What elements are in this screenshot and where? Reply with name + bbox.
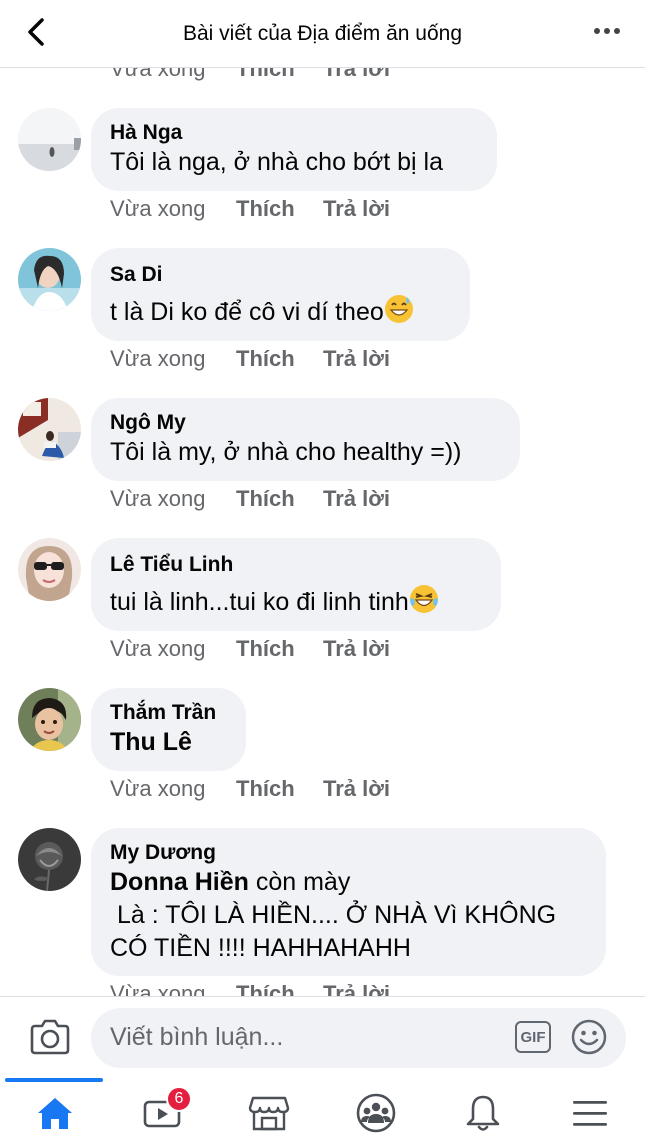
- notifications-icon: [466, 1095, 500, 1131]
- avatar[interactable]: [18, 398, 81, 461]
- comment-text: còn mày: [248, 868, 351, 896]
- reply-button[interactable]: Trả lời: [323, 486, 390, 512]
- home-icon: [38, 1097, 72, 1129]
- tab-home[interactable]: [5, 1078, 105, 1147]
- reply-button[interactable]: Trả lời: [323, 981, 390, 996]
- like-button[interactable]: Thích: [236, 776, 323, 802]
- like-button[interactable]: Thích: [236, 636, 323, 662]
- reply-button[interactable]: Trả lời: [323, 636, 390, 662]
- marketplace-icon: [248, 1096, 290, 1130]
- mention-tag[interactable]: Donna Hiền: [110, 868, 249, 896]
- like-button[interactable]: Thích: [236, 68, 323, 82]
- comment-bubble: Lê Tiểu Linh tui là linh...tui ko đi lin…: [91, 538, 501, 631]
- commenter-name[interactable]: Sa Di: [110, 262, 451, 288]
- comment-actions: Vừa xong Thích Trả lời: [110, 486, 390, 512]
- top-header: Bài viết của Địa điểm ăn uống: [0, 0, 645, 68]
- comment-bubble: Hà Nga Tôi là nga, ở nhà cho bớt bị la: [91, 108, 497, 191]
- comment-text-line: CÓ TIỀN !!!! HAHHAHAHH: [110, 934, 411, 962]
- menu-icon: [573, 1100, 607, 1126]
- comment-text: Tôi là nga, ở nhà cho bớt bị la: [110, 148, 443, 176]
- avatar[interactable]: [18, 108, 81, 171]
- more-options-icon[interactable]: [593, 20, 621, 42]
- avatar[interactable]: [18, 538, 81, 601]
- comment-text: Tôi là my, ở nhà cho healthy =)): [110, 438, 462, 466]
- comment-placeholder: Viết bình luận...: [110, 1023, 284, 1051]
- commenter-name[interactable]: Hà Nga: [110, 120, 478, 146]
- like-button[interactable]: Thích: [236, 346, 323, 372]
- comment-time: Vừa xong: [110, 776, 206, 801]
- tab-marketplace[interactable]: [219, 1078, 319, 1147]
- reply-button[interactable]: Trả lời: [323, 776, 390, 802]
- comment-text: t là Di ko để cô vi dí theo: [110, 298, 384, 326]
- comment-text: tui là linh...tui ko đi linh tinh: [110, 588, 409, 616]
- like-button[interactable]: Thích: [236, 196, 323, 222]
- comment-bubble: My Dương Donna Hiền còn mày Là : TÔI LÀ …: [91, 828, 606, 976]
- back-arrow-icon[interactable]: [22, 16, 52, 48]
- comment-text-row: t là Di ko để cô vi dí theo: [110, 294, 451, 329]
- like-button[interactable]: Thích: [236, 486, 323, 512]
- like-button[interactable]: Thích: [236, 981, 323, 996]
- gif-button[interactable]: GIF: [515, 1021, 551, 1053]
- comment-time: Vừa xong: [110, 486, 206, 511]
- comment-actions: Vừa xong Thích Trả lời: [110, 636, 390, 662]
- comment-text-line: Là : TÔI LÀ HIỀN.... Ở NHÀ Vì KHÔNG: [110, 901, 557, 929]
- comment-actions: Vừa xong Thích Trả lời: [110, 346, 390, 372]
- comment-actions: Vừa xong Thích Trả lời: [110, 981, 390, 996]
- bottom-tab-bar: 6: [0, 1078, 645, 1147]
- avatar[interactable]: [18, 688, 81, 751]
- comment-text-row: tui là linh...tui ko đi linh tinh: [110, 584, 482, 619]
- comment-actions: Vừa xong Thích Trả lời: [110, 776, 390, 802]
- tab-groups[interactable]: [326, 1078, 426, 1147]
- commenter-name[interactable]: Lê Tiểu Linh: [110, 552, 482, 578]
- tab-menu[interactable]: [540, 1078, 640, 1147]
- comment-actions: Vừa xong Thích Trả lời: [110, 196, 390, 222]
- comment-text-row: Thu Lê: [110, 726, 227, 759]
- comment-list[interactable]: Vừa xong Thích Trả lời Hà Nga Tôi là nga…: [0, 68, 645, 996]
- comment-text-row: Donna Hiền còn mày: [110, 866, 587, 899]
- commenter-name[interactable]: My Dương: [110, 840, 587, 866]
- reply-button[interactable]: Trả lời: [323, 346, 390, 372]
- reply-button[interactable]: Trả lời: [323, 196, 390, 222]
- tears-of-joy-emoji: [409, 585, 438, 613]
- comment-time: Vừa xong: [110, 636, 206, 661]
- page-title: Bài viết của Địa điểm ăn uống: [183, 21, 462, 45]
- watch-notification-badge: 6: [166, 1086, 192, 1112]
- comment-bubble: Thắm Trần Thu Lê: [91, 688, 246, 771]
- groups-icon: [356, 1093, 396, 1132]
- comment-bubble: Ngô My Tôi là my, ở nhà cho healthy =)): [91, 398, 520, 481]
- partial-comment-actions: Vừa xong Thích Trả lời: [110, 68, 390, 82]
- commenter-name[interactable]: Thắm Trần: [110, 700, 227, 726]
- avatar[interactable]: [18, 248, 81, 311]
- tab-watch[interactable]: [112, 1078, 212, 1147]
- comment-input[interactable]: Viết bình luận... GIF: [91, 1008, 626, 1068]
- comment-time: Vừa xong: [110, 981, 206, 996]
- tab-notifications[interactable]: [433, 1078, 533, 1147]
- comment-time: Vừa xong: [110, 346, 206, 371]
- mention-tag[interactable]: Thu Lê: [110, 728, 192, 756]
- camera-icon[interactable]: [28, 1017, 72, 1057]
- commenter-name[interactable]: Ngô My: [110, 410, 501, 436]
- reply-button[interactable]: Trả lời: [323, 68, 390, 82]
- comment-bubble: Sa Di t là Di ko để cô vi dí theo: [91, 248, 470, 341]
- comment-time: Vừa xong: [110, 196, 206, 221]
- comment-time: Vừa xong: [110, 68, 206, 81]
- avatar[interactable]: [18, 828, 81, 891]
- sticker-smile-icon[interactable]: [571, 1019, 607, 1055]
- grinning-sweat-emoji: [384, 295, 413, 323]
- comment-composer: Viết bình luận... GIF: [0, 996, 645, 1078]
